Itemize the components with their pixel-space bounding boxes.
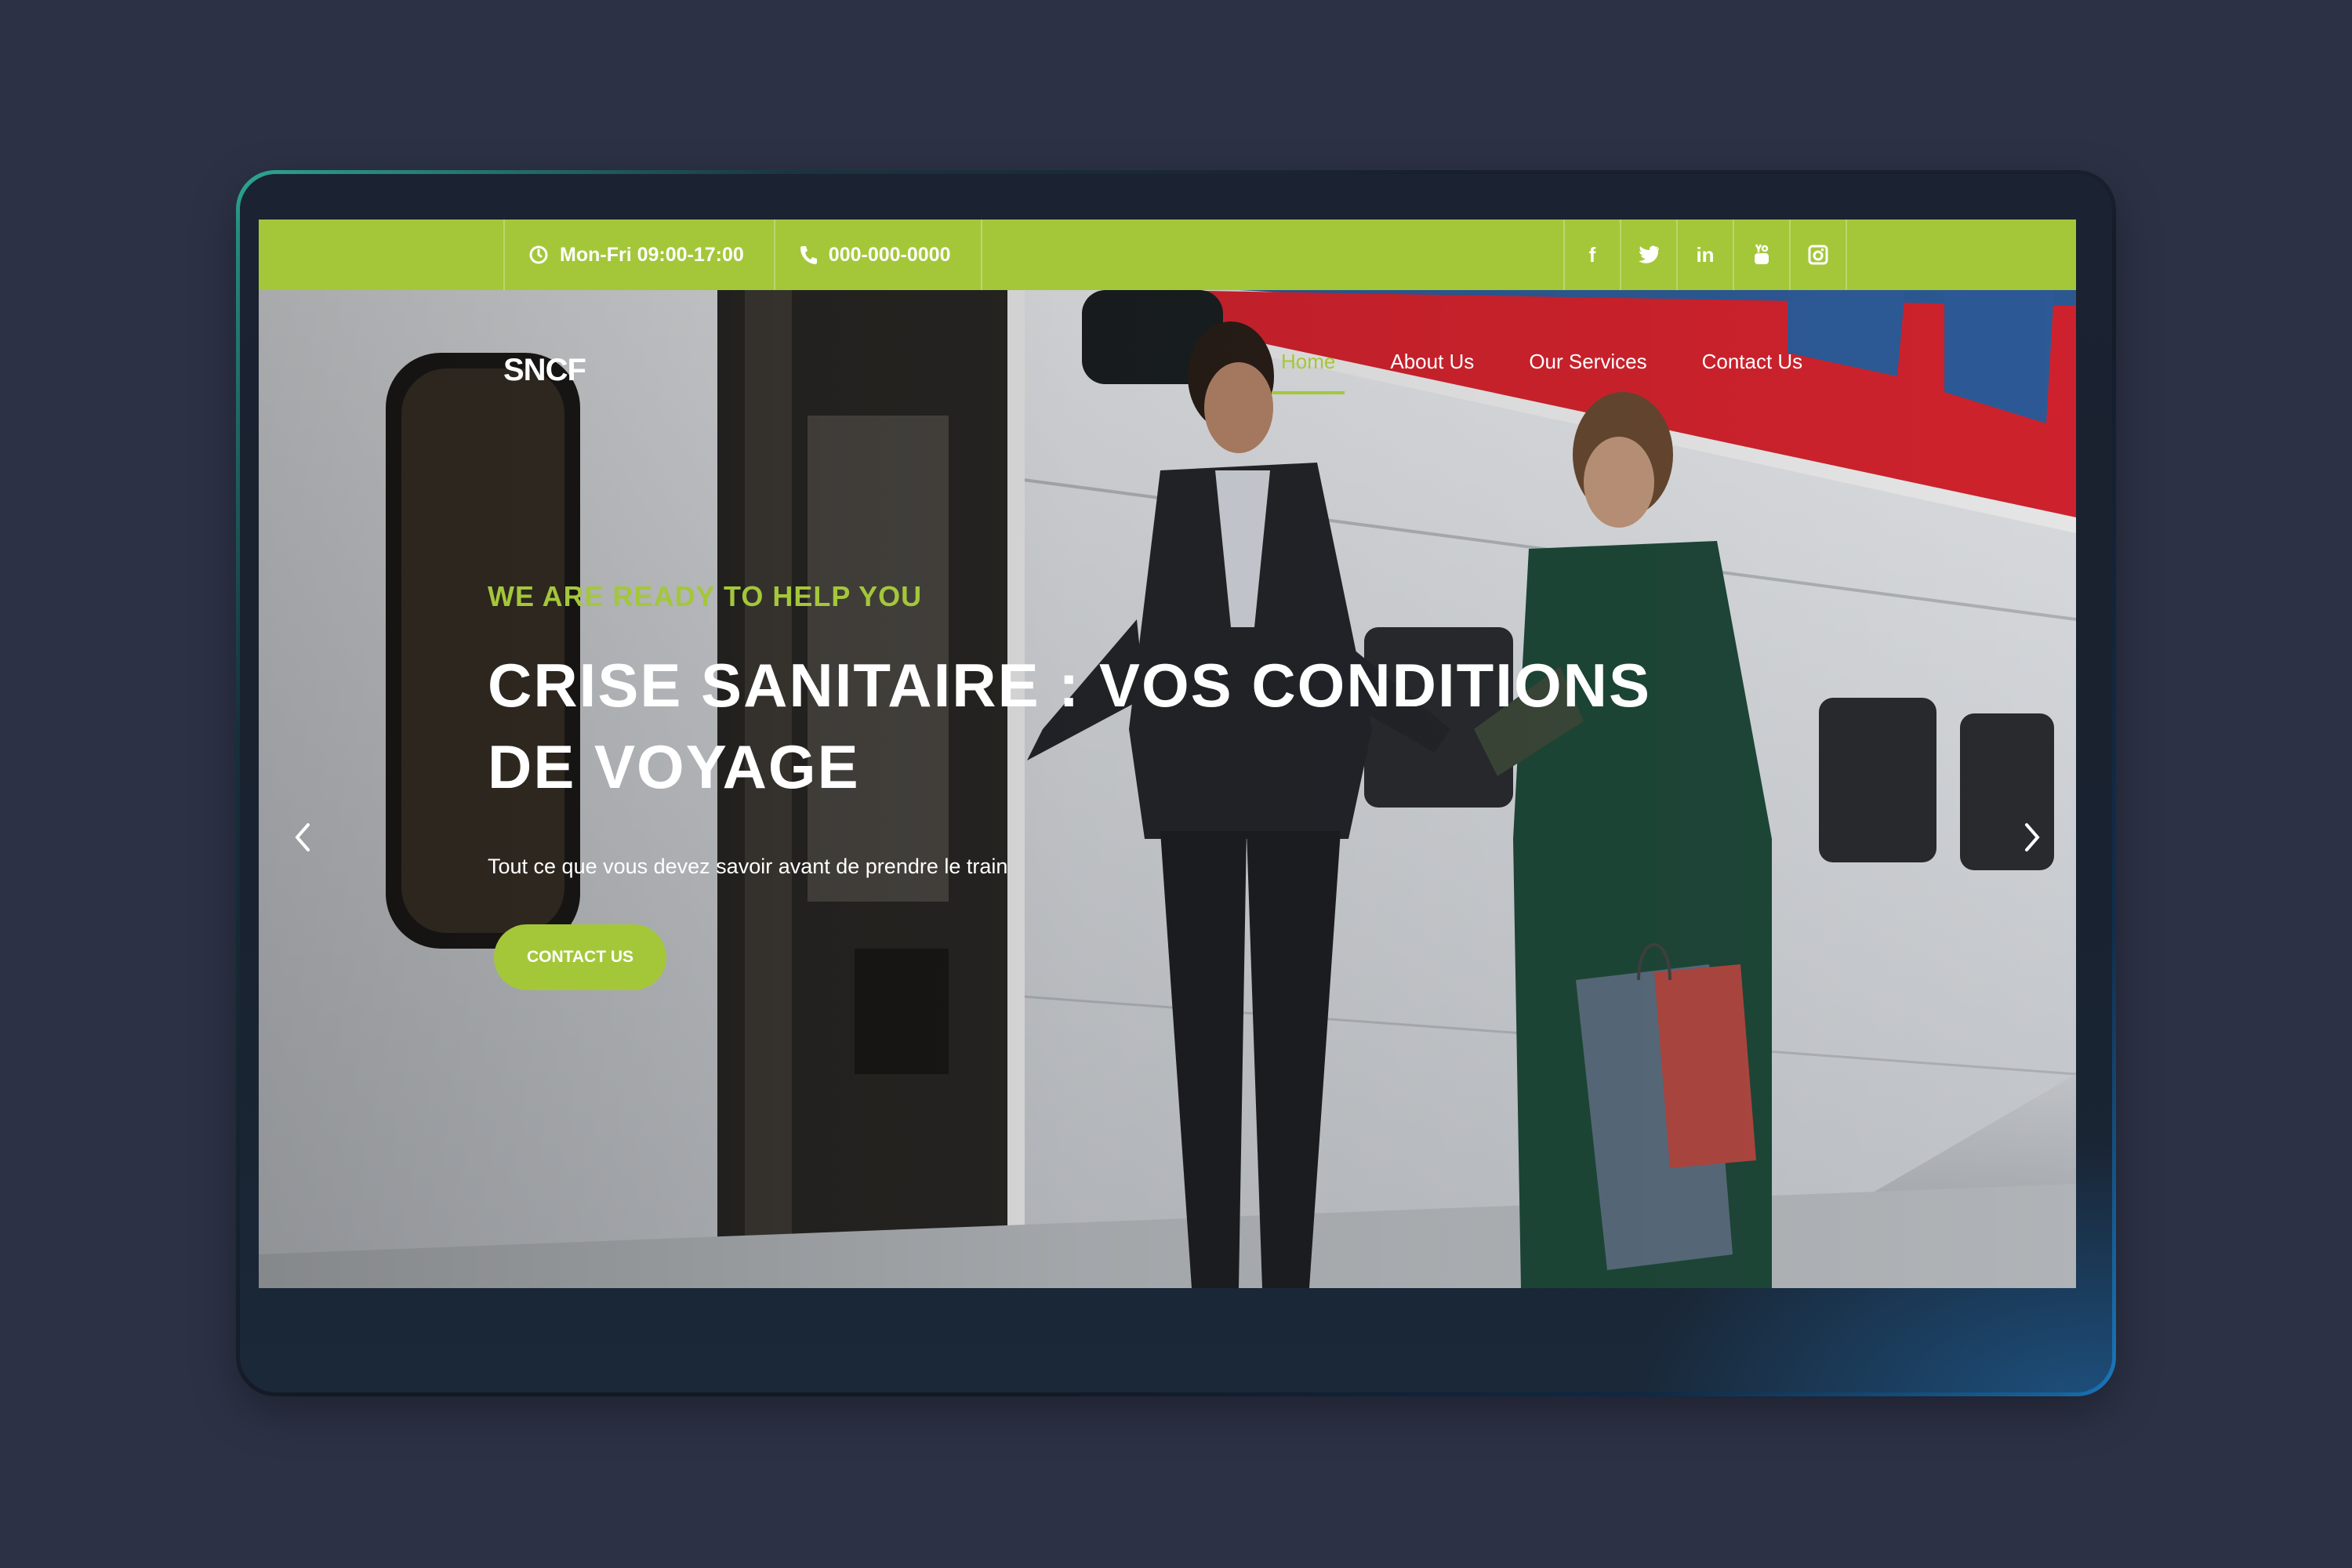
phone-number[interactable]: 000-000-0000 [773, 220, 982, 290]
facebook-icon[interactable]: f [1563, 220, 1620, 290]
nav-item-home[interactable]: Home [1272, 339, 1345, 394]
youtube-icon[interactable] [1733, 220, 1789, 290]
hero-subtitle: Tout ce que vous devez savoir avant de p… [488, 855, 1008, 878]
contact-info: Mon-Fri 09:00-17:00 000-000-0000 [503, 220, 982, 290]
phone-text: 000-000-0000 [828, 243, 951, 266]
nav-item-about[interactable]: About Us [1381, 339, 1483, 394]
nav-item-contact[interactable]: Contact Us [1693, 339, 1813, 394]
facebook-glyph: f [1588, 242, 1596, 267]
hero-kicker: WE ARE READY TO HELP YOU [488, 580, 923, 612]
hours-text: Mon-Fri 09:00-17:00 [560, 243, 744, 266]
slider-next-button[interactable] [2016, 814, 2048, 861]
instagram-icon[interactable] [1789, 220, 1847, 290]
twitter-icon[interactable] [1620, 220, 1676, 290]
top-bar: Mon-Fri 09:00-17:00 000-000-0000 f in [259, 220, 2076, 290]
social-links: f in [1563, 220, 1847, 290]
phone-icon [799, 245, 818, 265]
clock-icon [528, 245, 549, 265]
website-screen: Mon-Fri 09:00-17:00 000-000-0000 f in SN… [259, 220, 2076, 1288]
main-nav: Home About Us Our Services Contact Us [1272, 339, 1848, 394]
hero-slider: SNCF Home About Us Our Services Contact … [259, 290, 2076, 1288]
hero-content: WE ARE READY TO HELP YOU CRISE SANITAIRE… [488, 580, 1664, 990]
chevron-left-icon [295, 823, 310, 851]
hero-headline: CRISE SANITAIRE : VOS CONDITIONS DE VOYA… [488, 651, 1651, 801]
site-logo[interactable]: SNCF [503, 353, 586, 388]
contact-us-button[interactable]: CONTACT US [494, 924, 666, 990]
linkedin-glyph: in [1696, 242, 1715, 267]
slider-prev-button[interactable] [287, 814, 318, 861]
nav-item-services[interactable]: Our Services [1519, 339, 1656, 394]
linkedin-icon[interactable]: in [1676, 220, 1733, 290]
business-hours: Mon-Fri 09:00-17:00 [503, 220, 774, 290]
chevron-right-icon [2025, 823, 2040, 851]
